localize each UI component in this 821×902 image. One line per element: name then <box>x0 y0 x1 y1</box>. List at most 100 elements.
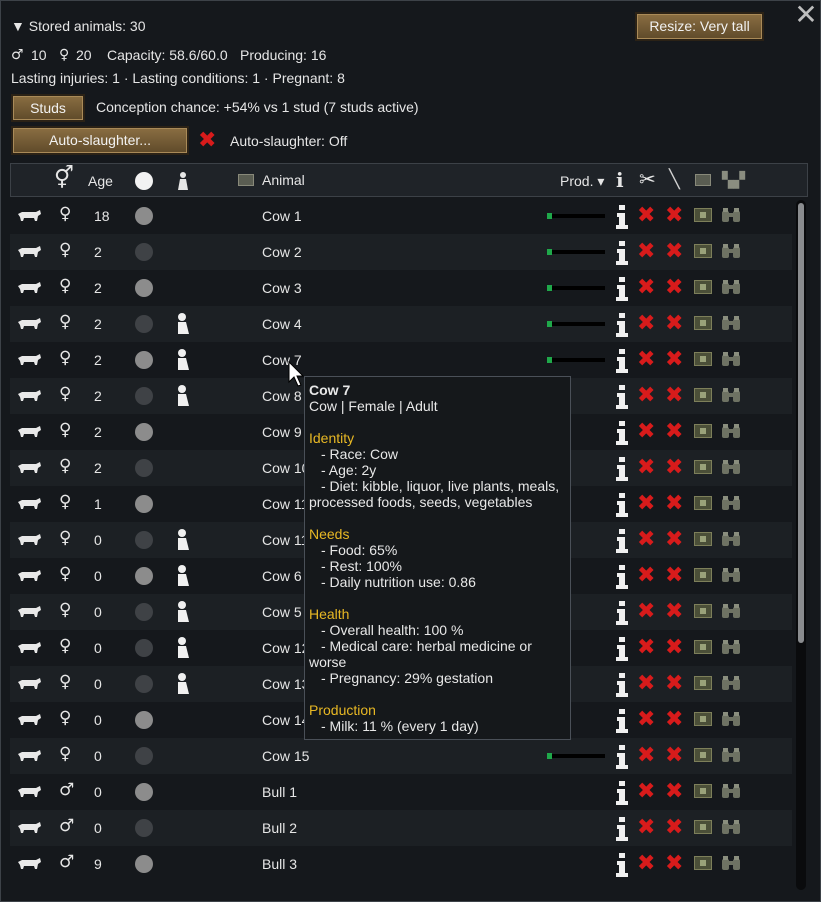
butcher-toggle-icon[interactable]: ✖ <box>665 817 683 839</box>
table-row[interactable]: ♀ 2 Cow 2 ✖ ✖ <box>10 234 792 270</box>
butcher-toggle-icon[interactable]: ✖ <box>665 565 683 587</box>
info-icon[interactable] <box>615 744 629 770</box>
info-icon[interactable] <box>615 420 629 446</box>
slaughter-toggle-icon[interactable]: ✖ <box>637 241 655 263</box>
animal-name[interactable]: Bull 2 <box>262 819 297 837</box>
info-icon[interactable] <box>615 348 629 374</box>
slaughter-toggle-icon[interactable]: ✖ <box>637 853 655 875</box>
slaughter-toggle-icon[interactable]: ✖ <box>637 529 655 551</box>
animal-name[interactable]: Cow 15 <box>262 747 309 765</box>
slaughter-toggle-icon[interactable]: ✖ <box>637 457 655 479</box>
info-icon[interactable] <box>615 528 629 554</box>
binoculars-icon[interactable] <box>721 711 741 727</box>
slaughter-toggle-icon[interactable]: ✖ <box>637 493 655 515</box>
table-row[interactable]: ♀ 2 Cow 7 ✖ ✖ <box>10 342 792 378</box>
release-icon[interactable] <box>694 568 712 582</box>
binoculars-icon[interactable] <box>721 387 741 403</box>
butcher-toggle-icon[interactable]: ✖ <box>665 637 683 659</box>
animal-name[interactable]: Bull 3 <box>262 855 297 873</box>
animal-name[interactable]: Cow 12 <box>262 639 309 657</box>
binoculars-icon[interactable] <box>721 855 741 871</box>
info-icon[interactable] <box>615 312 629 338</box>
binoculars-icon[interactable] <box>721 783 741 799</box>
slaughter-toggle-icon[interactable]: ✖ <box>637 817 655 839</box>
sex-icon[interactable]: ♀ <box>59 529 71 547</box>
slaughter-toggle-icon[interactable]: ✖ <box>637 709 655 731</box>
release-icon[interactable] <box>694 424 712 438</box>
prod-column-header[interactable]: Prod. ▾ <box>560 173 604 190</box>
animal-name[interactable]: Cow 4 <box>262 315 302 333</box>
animal-column-header[interactable]: Animal <box>262 172 305 188</box>
info-icon[interactable] <box>615 384 629 410</box>
info-icon[interactable] <box>615 492 629 518</box>
butcher-toggle-icon[interactable]: ✖ <box>665 709 683 731</box>
slaughter-toggle-icon[interactable]: ✖ <box>637 277 655 299</box>
slaughter-toggle-icon[interactable]: ✖ <box>637 673 655 695</box>
release-icon[interactable] <box>694 532 712 546</box>
butcher-toggle-icon[interactable]: ✖ <box>665 421 683 443</box>
info-icon[interactable] <box>615 780 629 806</box>
info-icon[interactable] <box>615 240 629 266</box>
release-icon[interactable] <box>694 208 712 222</box>
sex-icon[interactable]: ♀ <box>59 385 71 403</box>
animal-name[interactable]: Cow 6 <box>262 567 302 585</box>
sex-icon[interactable]: ♂ <box>59 853 74 871</box>
auto-slaughter-button[interactable]: Auto-slaughter... <box>11 126 189 155</box>
table-row[interactable]: ♂ 0 Bull 2 ✖ ✖ <box>10 810 792 846</box>
butcher-toggle-icon[interactable]: ✖ <box>665 457 683 479</box>
binoculars-icon[interactable] <box>721 207 741 223</box>
animal-name[interactable]: Cow 9 <box>262 423 302 441</box>
table-row[interactable]: ♀ 2 Cow 3 ✖ ✖ <box>10 270 792 306</box>
table-row[interactable]: ♀ 0 Cow 15 ✖ ✖ <box>10 738 792 774</box>
release-icon[interactable] <box>694 244 712 258</box>
info-icon[interactable] <box>615 564 629 590</box>
slaughter-toggle-icon[interactable]: ✖ <box>637 781 655 803</box>
animal-name[interactable]: Cow 11 <box>262 495 308 513</box>
slaughter-column-icon[interactable]: ✂ <box>639 168 656 190</box>
sex-icon[interactable]: ♂ <box>59 817 74 835</box>
binoculars-icon[interactable] <box>721 675 741 691</box>
animal-name[interactable]: Cow 14 <box>262 711 309 729</box>
info-icon[interactable] <box>615 816 629 842</box>
binoculars-icon[interactable] <box>721 819 741 835</box>
animal-name[interactable]: Cow 10 <box>262 459 309 477</box>
binoculars-icon[interactable] <box>721 315 741 331</box>
release-icon[interactable] <box>694 388 712 402</box>
butcher-toggle-icon[interactable]: ✖ <box>665 277 683 299</box>
butcher-toggle-icon[interactable]: ✖ <box>665 349 683 371</box>
release-icon[interactable] <box>694 280 712 294</box>
release-column-icon[interactable] <box>695 174 711 186</box>
age-column-header[interactable]: Age <box>88 173 113 189</box>
slaughter-toggle-icon[interactable]: ✖ <box>637 637 655 659</box>
sex-icon[interactable]: ♀ <box>59 349 71 367</box>
butcher-toggle-icon[interactable]: ✖ <box>665 853 683 875</box>
binoculars-icon[interactable] <box>721 639 741 655</box>
binoculars-icon[interactable] <box>721 279 741 295</box>
info-icon[interactable] <box>615 636 629 662</box>
release-icon[interactable] <box>694 496 712 510</box>
animal-name[interactable]: Cow 5 <box>262 603 302 621</box>
sex-icon[interactable]: ♀ <box>59 277 71 295</box>
release-icon[interactable] <box>694 604 712 618</box>
sex-icon[interactable]: ♀ <box>59 601 71 619</box>
slaughter-toggle-icon[interactable]: ✖ <box>637 745 655 767</box>
release-icon[interactable] <box>694 352 712 366</box>
slaughter-toggle-icon[interactable]: ✖ <box>637 385 655 407</box>
binoculars-icon[interactable] <box>721 243 741 259</box>
butcher-toggle-icon[interactable]: ✖ <box>665 745 683 767</box>
release-icon[interactable] <box>694 676 712 690</box>
sex-icon[interactable]: ♂ <box>59 781 74 799</box>
butcher-column-icon[interactable]: ╲ <box>669 169 680 191</box>
release-icon[interactable] <box>694 784 712 798</box>
animal-name[interactable]: Bull 1 <box>262 783 297 801</box>
resize-button[interactable]: Resize: Very tall <box>635 12 764 41</box>
slaughter-toggle-icon[interactable]: ✖ <box>637 349 655 371</box>
butcher-toggle-icon[interactable]: ✖ <box>665 205 683 227</box>
release-icon[interactable] <box>694 820 712 834</box>
sex-icon[interactable]: ♀ <box>59 637 71 655</box>
sex-icon[interactable]: ♀ <box>59 241 71 259</box>
info-icon[interactable] <box>615 708 629 734</box>
slaughter-toggle-icon[interactable]: ✖ <box>637 421 655 443</box>
sex-icon[interactable]: ♀ <box>59 421 71 439</box>
pregnancy-column-icon[interactable] <box>177 171 189 191</box>
